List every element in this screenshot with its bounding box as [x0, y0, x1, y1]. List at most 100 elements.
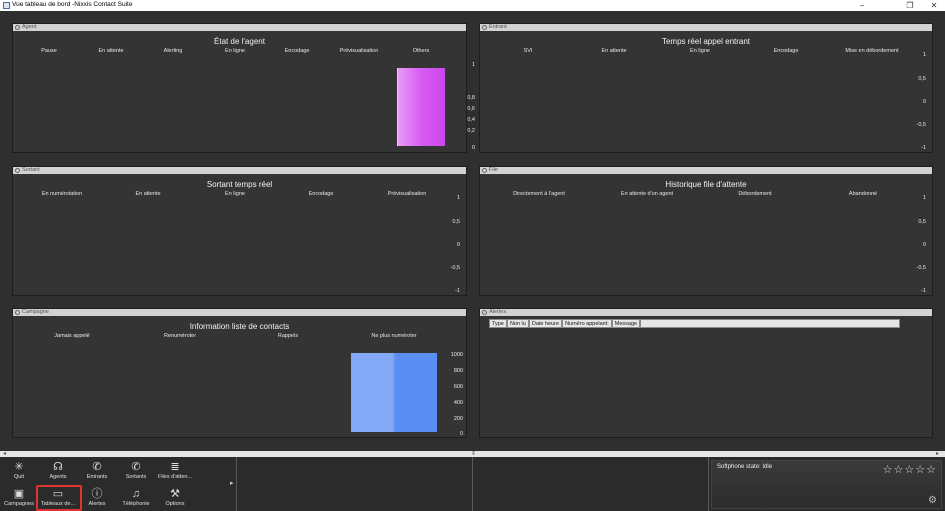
incoming-call-icon: ✆: [92, 461, 102, 473]
y-tick: 1: [456, 195, 460, 201]
scroll-right-icon[interactable]: ▸: [936, 450, 939, 457]
y-axis: 1000 800 600 400 200 0: [441, 309, 463, 439]
column-header-filler: [640, 319, 901, 328]
softphone-state: Softphone state: Idle: [717, 464, 773, 470]
scroll-left-icon[interactable]: ◂: [3, 450, 6, 457]
column-header-datetime[interactable]: Date heure: [528, 319, 563, 328]
y-tick: 0: [456, 242, 460, 248]
y-tick: 1: [471, 62, 475, 68]
minimize-icon[interactable]: –: [852, 0, 872, 11]
star-icon[interactable]: ☆: [904, 464, 915, 476]
panel-sortant: Sortant Sortant temps réel En numérotati…: [12, 166, 467, 296]
quit-icon: ✳: [14, 461, 24, 473]
toolbar-separator: [708, 457, 709, 511]
outgoing-call-icon: ✆: [131, 461, 141, 473]
selected-tool-highlight: [36, 485, 82, 511]
wrench-icon: ⚒: [170, 488, 180, 500]
splitter-grip-icon[interactable]: ⇕: [471, 450, 476, 457]
y-tick: 0,5: [918, 219, 926, 225]
maximize-icon[interactable]: ❐: [900, 0, 920, 11]
column-label: Alerting: [163, 48, 183, 54]
panel-agent-header: Agent: [13, 24, 466, 31]
column-label: En attente: [601, 48, 627, 54]
star-icon[interactable]: ☆: [883, 464, 894, 476]
agents-button[interactable]: ☊ Agents: [39, 461, 77, 480]
database-icon: ≣: [170, 461, 180, 473]
star-icon[interactable]: ☆: [915, 464, 926, 476]
y-tick: 0,8: [467, 95, 475, 101]
files-attente-button[interactable]: ≣ Files d'atten...: [156, 461, 194, 480]
chart-bar-others: [397, 68, 445, 146]
panel-entrant: Entrant Temps réel appel entrant SVI En …: [479, 23, 933, 153]
panel-agent-title: État de l'agent: [214, 37, 265, 46]
panel-collapse-icon[interactable]: [15, 310, 20, 315]
headset-icon: ☊: [53, 461, 63, 473]
panel-file: File Historique file d'attente Directeme…: [479, 166, 933, 296]
y-tick: 0: [922, 99, 926, 105]
panel-agent: Agent État de l'agent Pause En attente A…: [12, 23, 475, 153]
alertes-button[interactable]: ⓘ Alertes: [78, 488, 116, 507]
column-label: SVI: [523, 48, 533, 54]
star-icon[interactable]: ☆: [894, 464, 905, 476]
column-label: Encodage: [308, 191, 334, 197]
rating-stars[interactable]: ☆☆☆☆☆: [883, 463, 937, 476]
y-tick: 0,2: [467, 128, 475, 134]
panel-collapse-icon[interactable]: [15, 25, 20, 30]
window-title: Vue tableau de bord -Nixxis Contact Suit…: [12, 1, 133, 8]
column-label: En ligne: [225, 48, 245, 54]
alert-icon: ⓘ: [91, 488, 103, 500]
campagnes-button[interactable]: ▣ Campagnes: [0, 488, 38, 507]
y-tick: 200: [453, 416, 463, 422]
column-header-caller-number[interactable]: Numéro appelant:: [562, 319, 612, 328]
y-axis: 1 0,5 0 -0,5 -1: [904, 24, 926, 154]
panel-collapse-icon[interactable]: [15, 168, 20, 173]
y-tick: 1: [922, 52, 926, 58]
column-label: En attente: [135, 191, 161, 197]
options-button[interactable]: ⚒ Options: [156, 488, 194, 507]
panel-collapse-icon[interactable]: [482, 168, 487, 173]
panel-entrant-header: Entrant: [480, 24, 932, 31]
app-icon: [3, 2, 10, 9]
y-tick: -1: [455, 288, 460, 294]
column-label: Prévisualisation: [339, 48, 379, 54]
panel-sortant-title: Sortant temps réel: [206, 180, 273, 189]
sortants-button[interactable]: ✆ Sortants: [117, 461, 155, 480]
gear-icon[interactable]: ⚙: [928, 495, 937, 506]
y-tick: 0: [471, 145, 475, 151]
y-tick: 400: [453, 400, 463, 406]
close-icon[interactable]: ✕: [924, 0, 944, 11]
column-label: En ligne: [690, 48, 710, 54]
column-header-message[interactable]: Message: [611, 319, 641, 328]
y-tick: 0,4: [467, 117, 475, 123]
column-label: En ligne: [225, 191, 245, 197]
column-label: Ne plus numéroter: [371, 333, 417, 339]
y-tick: 1000: [450, 352, 463, 358]
column-label: Débordement: [738, 191, 772, 197]
quit-button[interactable]: ✳ Quit: [0, 461, 38, 480]
panel-collapse-icon[interactable]: [482, 25, 487, 30]
expand-toolbar-icon[interactable]: ▸: [230, 479, 234, 487]
column-header-unread[interactable]: Non lu: [506, 319, 529, 328]
y-tick: 0,5: [918, 76, 926, 82]
panel-campagne: Campagne Information liste de contacts J…: [12, 308, 467, 438]
column-label: Renuméroter: [163, 333, 197, 339]
column-label: Abandonné: [848, 191, 878, 197]
y-axis: 1 0,5 0 -0,5 -1: [904, 167, 926, 297]
panel-campagne-title: Information liste de contacts: [189, 322, 290, 331]
panel-collapse-icon[interactable]: [482, 310, 487, 315]
y-tick: 0,6: [467, 106, 475, 112]
bottom-toolbar: ✳ Quit ☊ Agents ✆ Entrants ✆ Sortants ≣ Files…: [0, 457, 945, 511]
star-icon[interactable]: ☆: [926, 464, 937, 476]
y-axis: 1 0,5 0 -0,5 -1: [438, 167, 460, 297]
column-label: En numérotation: [41, 191, 83, 197]
column-header-type[interactable]: Type: [489, 319, 507, 328]
campaign-icon: ▣: [13, 488, 25, 500]
entrants-button[interactable]: ✆ Entrants: [78, 461, 116, 480]
softphone-panel: Softphone state: Idle ☆☆☆☆☆ ⚙: [711, 460, 942, 509]
column-label: Mise en débordement: [845, 48, 899, 54]
column-label: Directement à l'agent: [513, 191, 565, 197]
microphone-icon: ♫: [131, 488, 141, 500]
chart-bar-ne-plus-numeroter: [351, 353, 437, 432]
y-tick: -1: [921, 145, 926, 151]
telephonie-button[interactable]: ♫ Téléphonie: [117, 488, 155, 507]
